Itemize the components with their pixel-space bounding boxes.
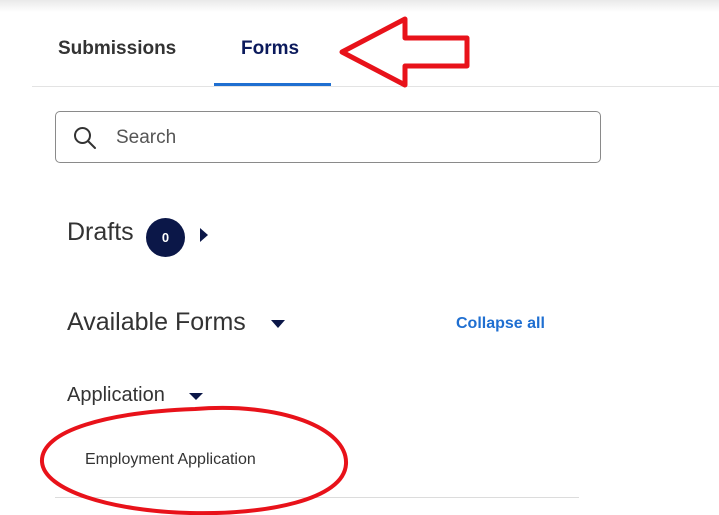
search-icon xyxy=(74,127,96,149)
tab-forms[interactable]: Forms xyxy=(241,36,299,62)
form-item-employment-application[interactable]: Employment Application xyxy=(85,451,256,469)
tab-bar: Submissions Forms xyxy=(0,0,719,88)
list-divider xyxy=(55,497,579,498)
collapse-all-link[interactable]: Collapse all xyxy=(456,315,545,333)
category-application-label: Application xyxy=(67,384,165,406)
tab-submissions[interactable]: Submissions xyxy=(58,36,176,62)
search-box[interactable] xyxy=(55,111,601,163)
drafts-expand-caret-icon[interactable] xyxy=(200,228,208,242)
search-input[interactable] xyxy=(114,122,588,154)
category-application-caret-icon[interactable] xyxy=(189,393,203,400)
drafts-label: Drafts xyxy=(67,218,134,246)
drafts-count-badge: 0 xyxy=(146,218,185,257)
available-forms-caret-icon[interactable] xyxy=(271,320,285,328)
tab-bar-divider xyxy=(32,86,719,87)
available-forms-label: Available Forms xyxy=(67,308,246,336)
